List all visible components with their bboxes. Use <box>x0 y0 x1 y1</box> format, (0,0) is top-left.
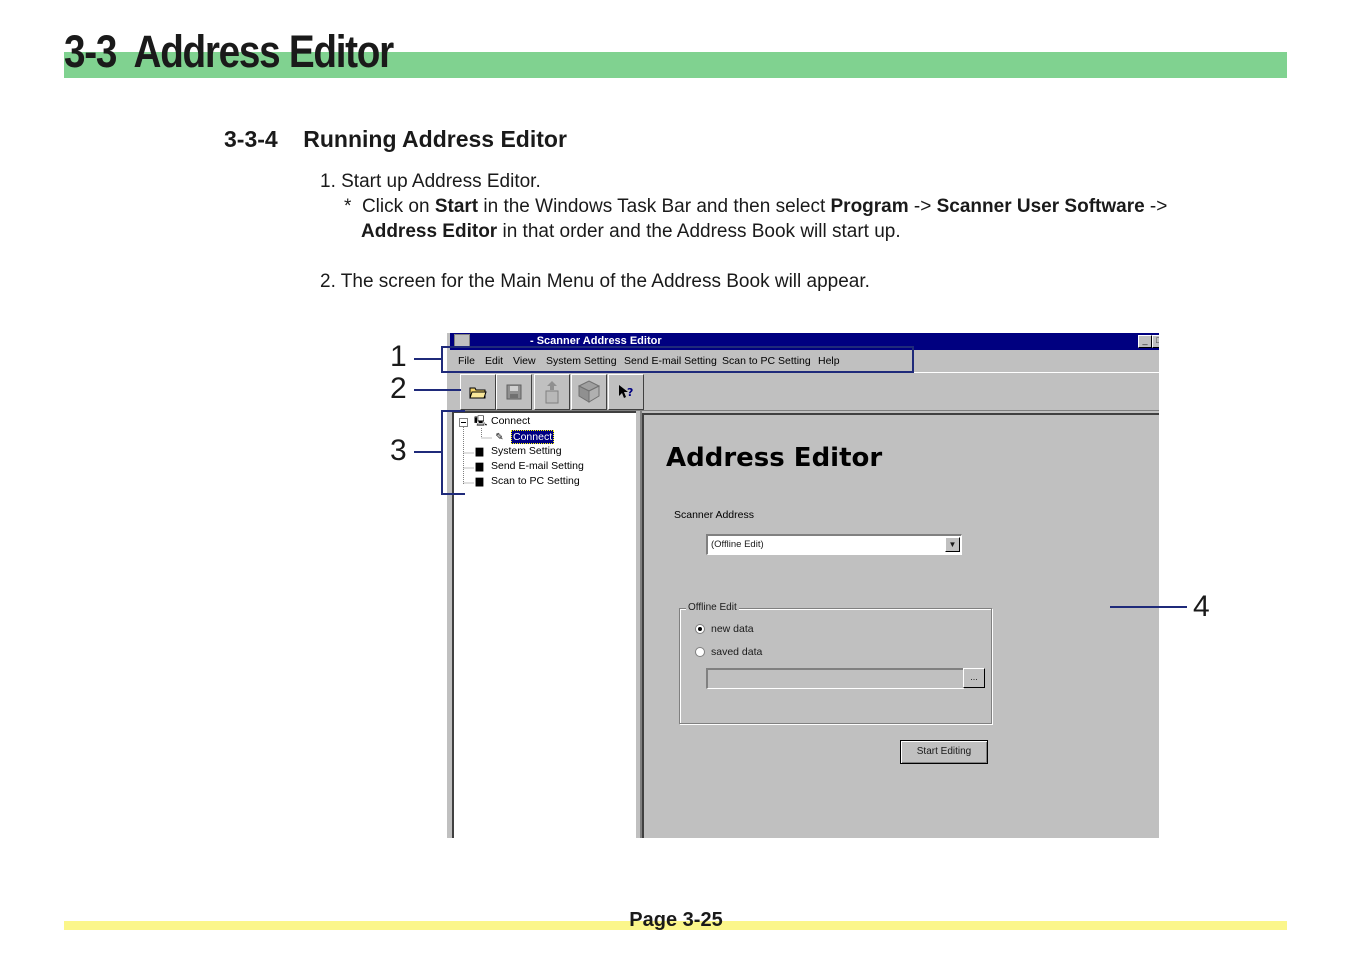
browse-button[interactable]: ... <box>963 668 985 688</box>
page-number: Page 3-25 <box>629 909 723 931</box>
chevron-down-icon[interactable]: ▼ <box>945 537 960 552</box>
saved-data-path-field[interactable] <box>706 668 964 689</box>
edit-icon: ✎ <box>495 431 504 443</box>
callout-1: 1 <box>390 340 407 373</box>
radio-new-data[interactable]: new data <box>695 623 754 635</box>
open-folder-icon[interactable] <box>460 374 496 410</box>
callout-3: 3 <box>390 434 407 467</box>
callout-1-box <box>441 346 914 373</box>
radio-dot-selected[interactable] <box>695 624 705 634</box>
tree-item-system-setting[interactable]: ▆ System Setting <box>474 445 562 457</box>
scanner-address-value: (Offline Edit) <box>711 539 764 550</box>
folder-icon: ▆ <box>475 460 484 472</box>
radio-saved-data[interactable]: saved data <box>695 646 762 658</box>
folder-icon: ▆ <box>475 445 484 457</box>
tree-item-scan-to-pc-setting[interactable]: ▆ Scan to PC Setting <box>474 475 580 487</box>
callout-2-line <box>414 389 461 391</box>
app-window-screenshot: - Scanner Address Editor _ □ File Edit V… <box>447 333 1159 838</box>
toolbar: ? <box>450 372 1159 411</box>
help-cursor-icon[interactable]: ? <box>608 374 644 410</box>
step-2: 2. The screen for the Main Menu of the A… <box>320 271 870 292</box>
callout-4: 4 <box>1193 590 1210 623</box>
scanner-icon[interactable] <box>571 374 607 410</box>
radio-dot[interactable] <box>695 647 705 657</box>
offline-edit-group: Offline Edit new data saved data <box>679 602 992 724</box>
tree-item-connect-child[interactable]: ✎ Connect <box>494 430 555 444</box>
save-disk-icon[interactable] <box>496 374 532 410</box>
step-1-note-cont: Address Editor in that order and the Add… <box>361 221 901 242</box>
offline-edit-legend: Offline Edit <box>686 602 739 613</box>
step-1: 1. Start up Address Editor. <box>320 171 541 192</box>
scanner-address-label: Scanner Address <box>674 509 754 521</box>
computer-icon: 🖳 <box>474 415 488 427</box>
navigation-tree: 🖳 Connect ✎ Connect ▆ System Setting ▆ Send … <box>452 411 636 838</box>
minimize-button[interactable]: _ <box>1138 335 1152 348</box>
section-title: 3-3-4 Running Address Editor <box>224 126 567 152</box>
page-title: 3-3 Address Editor <box>64 26 394 77</box>
scanner-address-select[interactable]: (Offline Edit) ▼ <box>706 534 962 555</box>
svg-text:?: ? <box>627 386 633 399</box>
folder-icon: ▆ <box>475 475 484 487</box>
start-editing-button[interactable]: Start Editing <box>900 740 988 764</box>
callout-1-line <box>414 358 442 360</box>
callout-3-line <box>414 451 442 453</box>
maximize-button[interactable]: □ <box>1152 335 1159 348</box>
callout-4-line <box>1110 606 1187 608</box>
callout-2: 2 <box>390 372 407 405</box>
export-icon[interactable] <box>534 374 570 410</box>
step-1-note: * Click on Start in the Windows Task Bar… <box>344 196 1168 217</box>
tree-item-send-email-setting[interactable]: ▆ Send E-mail Setting <box>474 460 584 472</box>
callout-3-bracket <box>441 410 465 495</box>
pane-title: Address Editor <box>666 443 883 473</box>
tree-item-connect[interactable]: 🖳 Connect <box>474 415 530 427</box>
main-pane: Address Editor Scanner Address (Offline … <box>642 413 1159 838</box>
